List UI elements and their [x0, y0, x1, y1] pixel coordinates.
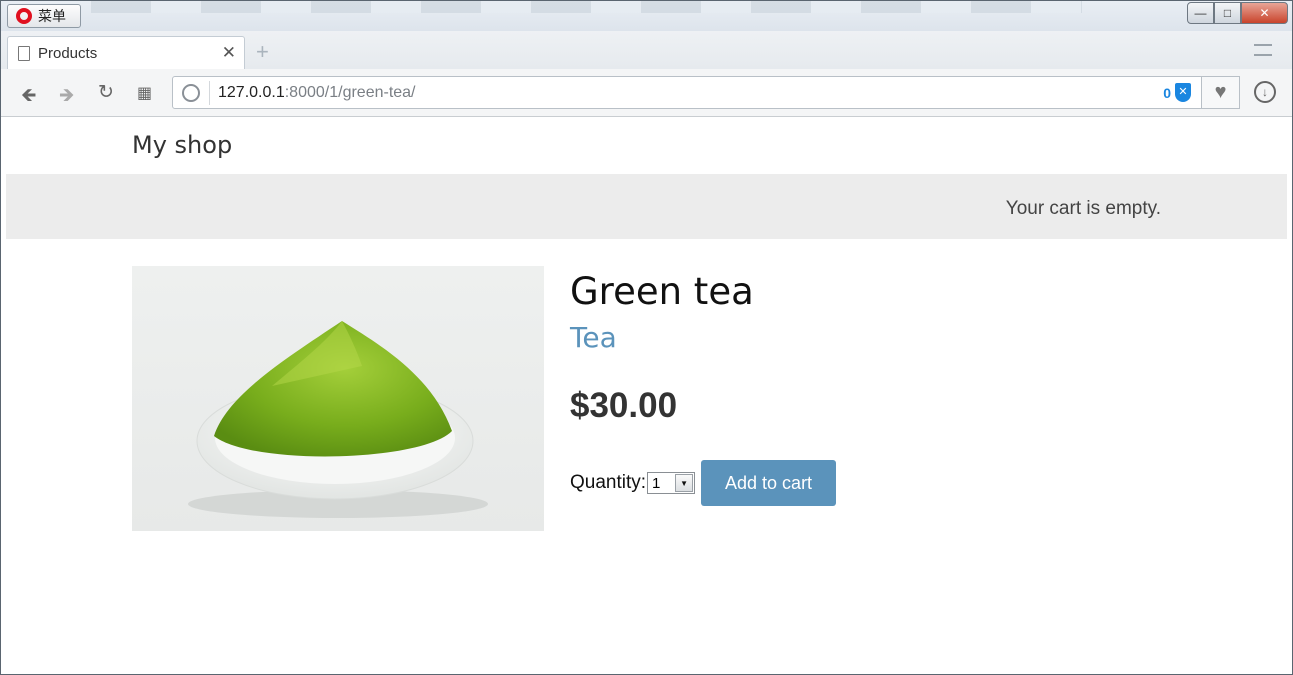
- page-icon: [18, 45, 30, 61]
- menu-label: 菜单: [38, 8, 66, 24]
- tab-strip: Products ✕ +: [1, 31, 1292, 69]
- downloads-icon[interactable]: ↓: [1254, 81, 1276, 103]
- green-tea-photo: [188, 321, 488, 518]
- ad-block-shield-icon[interactable]: ✕: [1175, 83, 1191, 102]
- web-page: My shop Your cart is empty. Green tea Te…: [6, 117, 1287, 670]
- product-category-link[interactable]: Tea: [570, 321, 836, 354]
- cart-bar: Your cart is empty.: [6, 174, 1287, 239]
- opera-logo-icon: [16, 8, 32, 24]
- speed-dial-grid-icon[interactable]: ▦: [137, 83, 152, 103]
- product-title: Green tea: [570, 270, 754, 313]
- site-header: My shop: [6, 117, 1287, 174]
- chevron-down-icon: ▼: [675, 474, 694, 492]
- maximize-button[interactable]: □: [1214, 2, 1241, 24]
- title-bar: 菜单 — □ ✕: [1, 1, 1292, 31]
- tab-products[interactable]: Products ✕: [7, 36, 245, 69]
- add-to-cart-form: Quantity: 1 ▼ Add to cart: [570, 460, 837, 506]
- close-tab-icon[interactable]: ✕: [222, 43, 236, 63]
- bookmarks-blur: [91, 1, 1082, 13]
- minimize-button[interactable]: —: [1187, 2, 1214, 24]
- cart-status: Your cart is empty.: [1005, 198, 1161, 219]
- back-arrow-icon[interactable]: 🡸: [21, 81, 36, 113]
- address-bar[interactable]: 127.0.0.1:8000/1/green-tea/ 0 ✕: [172, 76, 1202, 109]
- address-separator: [209, 81, 210, 105]
- bookmark-heart-icon[interactable]: ♥: [1202, 76, 1240, 109]
- url-path: :8000/1/green-tea/: [284, 84, 416, 101]
- add-to-cart-button[interactable]: Add to cart: [701, 460, 837, 506]
- tab-title: Products: [38, 44, 98, 62]
- quantity-value: 1: [652, 474, 661, 492]
- navigation-toolbar: 🡸 🡺 ↻ ▦ 127.0.0.1:8000/1/green-tea/ 0 ✕ …: [1, 69, 1292, 117]
- close-window-button[interactable]: ✕: [1241, 2, 1288, 24]
- url-text: 127.0.0.1:8000/1/green-tea/: [218, 84, 416, 102]
- window-controls: — □ ✕: [1187, 2, 1288, 24]
- browser-menu-button[interactable]: 菜单: [7, 4, 81, 28]
- reload-icon[interactable]: ↻: [98, 81, 114, 104]
- url-host: 127.0.0.1: [218, 84, 285, 101]
- product-info: Green tea Tea $30.00 Quantity: 1 ▼ Add t…: [570, 266, 837, 506]
- new-tab-button[interactable]: +: [256, 39, 269, 65]
- product-image: [132, 266, 544, 531]
- quantity-select[interactable]: 1 ▼: [647, 472, 696, 494]
- globe-icon: [182, 84, 200, 102]
- browser-window: 菜单 — □ ✕ Products ✕ + 🡸 🡺 ↻ ▦ 127.0.0.1:…: [0, 0, 1293, 675]
- product-price: $30.00: [570, 386, 678, 425]
- quantity-label: Quantity:: [570, 472, 647, 493]
- tab-menu-icon[interactable]: [1254, 44, 1272, 56]
- site-logo[interactable]: My shop: [132, 131, 232, 159]
- ad-block-count: 0: [1163, 85, 1171, 101]
- forward-arrow-icon[interactable]: 🡺: [59, 81, 74, 113]
